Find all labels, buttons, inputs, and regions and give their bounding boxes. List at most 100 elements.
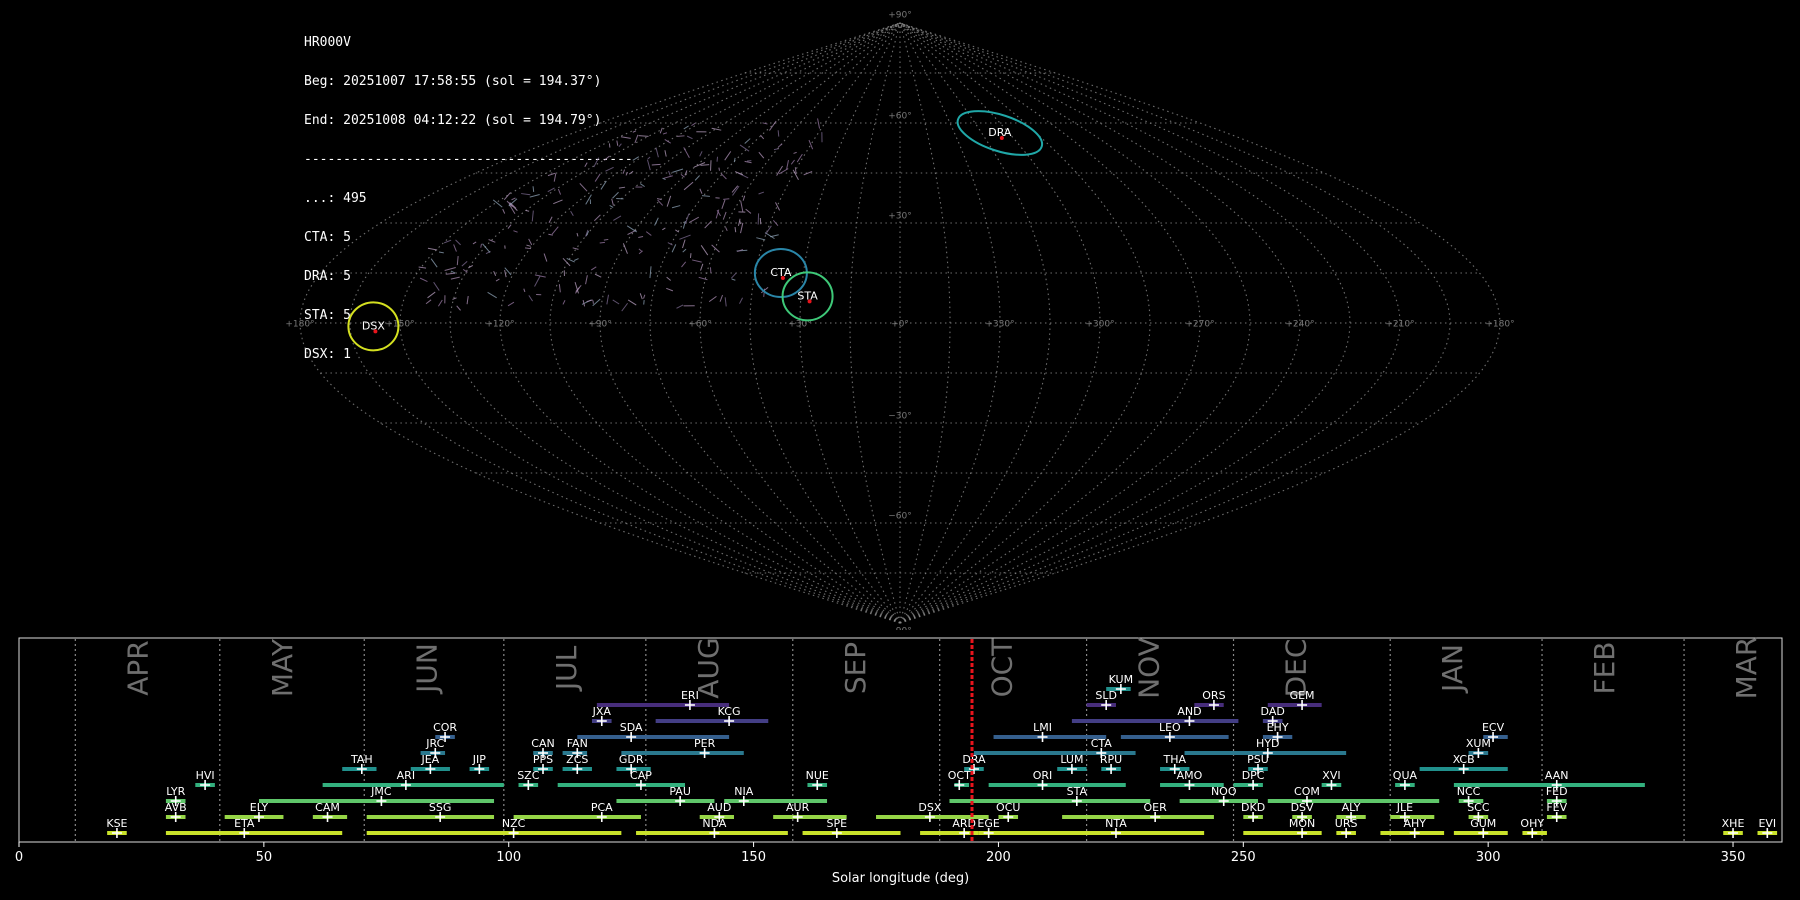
month-label-nov: NOV	[1133, 637, 1166, 699]
shower-bar-spe	[802, 831, 901, 835]
shower-label-ohy: OHY	[1520, 817, 1544, 830]
shower-label-cor: COR	[433, 721, 457, 734]
shower-label-ari: ARI	[397, 769, 415, 782]
x-tick-label: 200	[986, 850, 1011, 865]
shower-label-dsv: DSV	[1291, 801, 1314, 814]
month-label-jul: JUL	[550, 645, 583, 692]
shower-label-avb: AVB	[165, 801, 187, 814]
shower-label-qua: QUA	[1393, 769, 1418, 782]
shower-label-xvi: XVI	[1322, 769, 1340, 782]
shower-label-jrc: JRC	[425, 737, 444, 750]
shower-label-ors: ORS	[1202, 689, 1225, 702]
shower-label-jxa: JXA	[592, 705, 612, 718]
shower-label-dpc: DPC	[1242, 769, 1265, 782]
shower-bar-sta	[949, 799, 1151, 803]
shower-bar-ard	[920, 831, 979, 835]
shower-label-dsx: DSX	[918, 801, 941, 814]
x-tick-label: 50	[256, 850, 273, 865]
shower-label-cap: CAP	[630, 769, 652, 782]
shower-label-oer: OER	[1144, 801, 1168, 814]
shower-label-kse: KSE	[106, 817, 127, 830]
shower-label-eri: ERI	[681, 689, 699, 702]
shower-label-kum: KUM	[1109, 673, 1133, 686]
shower-label-psu: PSU	[1247, 753, 1269, 766]
x-tick-label: 350	[1721, 850, 1746, 865]
shower-label-sta: STA	[1067, 785, 1088, 798]
shower-bar-cap	[557, 783, 686, 787]
shower-label-fed: FED	[1546, 785, 1568, 798]
shower-label-per: PER	[694, 737, 716, 750]
shower-label-and: AND	[1177, 705, 1201, 718]
month-label-sep: SEP	[839, 642, 872, 694]
shower-label-lum: LUM	[1060, 753, 1083, 766]
shower-label-leo: LEO	[1159, 721, 1181, 734]
shower-label-nta: NTA	[1105, 817, 1127, 830]
shower-label-tah: TAH	[350, 753, 373, 766]
shower-label-aur: AUR	[786, 801, 810, 814]
shower-label-com: COM	[1294, 785, 1320, 798]
shower-label-nia: NIA	[734, 785, 753, 798]
shower-label-ege: EGE	[977, 817, 999, 830]
shower-label-scc: SCC	[1467, 801, 1490, 814]
shower-label-zcs: ZCS	[566, 753, 588, 766]
shower-label-oct: OCT	[948, 769, 971, 782]
shower-label-nzc: NZC	[502, 817, 526, 830]
shower-bar-mon	[1243, 831, 1322, 835]
x-axis-label: Solar longitude (deg)	[832, 871, 969, 886]
shower-label-aly: ALY	[1342, 801, 1361, 814]
shower-label-noo: NOO	[1211, 785, 1237, 798]
shower-label-dkd: DKD	[1241, 801, 1265, 814]
shower-label-pau: PAU	[669, 785, 691, 798]
shower-label-spe: SPE	[827, 817, 848, 830]
shower-label-ely: ELY	[250, 801, 269, 814]
shower-label-xum: XUM	[1466, 737, 1491, 750]
month-label-feb: FEB	[1588, 641, 1621, 694]
shower-label-rpu: RPU	[1100, 753, 1122, 766]
x-tick-label: 150	[741, 850, 766, 865]
shower-bar-pca	[513, 815, 641, 819]
month-label-mar: MAR	[1730, 637, 1763, 700]
shower-label-ori: ORI	[1033, 769, 1053, 782]
shower-bar-ssg	[366, 815, 495, 819]
shower-bar-pau	[616, 799, 715, 803]
shower-label-can: CAN	[531, 737, 554, 750]
shower-label-sld: SLD	[1095, 689, 1117, 702]
shower-bar-ori	[988, 783, 1126, 787]
shower-label-sda: SDA	[620, 721, 643, 734]
shower-label-jmc: JMC	[370, 785, 392, 798]
shower-label-urs: URS	[1335, 817, 1358, 830]
x-tick-label: 0	[15, 850, 23, 865]
shower-label-lmi: LMI	[1033, 721, 1052, 734]
shower-label-jip: JIP	[472, 753, 486, 766]
shower-label-ssg: SSG	[429, 801, 452, 814]
shower-label-ncc: NCC	[1457, 785, 1481, 798]
shower-label-fan: FAN	[567, 737, 588, 750]
shower-label-xhe: XHE	[1722, 817, 1745, 830]
shower-label-eta: ETA	[234, 817, 255, 830]
shower-bar-oer	[1062, 815, 1214, 819]
shower-bar-eta	[165, 831, 343, 835]
shower-label-jea: JEA	[420, 753, 439, 766]
shower-label-amo: AMO	[1177, 769, 1203, 782]
x-tick-label: 250	[1231, 850, 1256, 865]
shower-label-hvi: HVI	[196, 769, 215, 782]
shower-label-xcb: XCB	[1453, 753, 1475, 766]
month-label-apr: APR	[121, 640, 154, 696]
shower-label-aan: AAN	[1545, 769, 1569, 782]
shower-label-ocu: OCU	[996, 801, 1020, 814]
shower-bar-and	[1071, 719, 1239, 723]
shower-bar-ari	[322, 783, 504, 787]
shower-label-ahy: AHY	[1403, 817, 1426, 830]
shower-bar-lmi	[993, 735, 1107, 739]
shower-label-evi: EVI	[1758, 817, 1776, 830]
shower-label-gem: GEM	[1290, 689, 1315, 702]
shower-label-cam: CAM	[315, 801, 340, 814]
month-label-jun: JUN	[410, 643, 443, 695]
shower-bar-kcg	[655, 719, 769, 723]
shower-label-nda: NDA	[702, 817, 727, 830]
shower-label-hyd: HYD	[1256, 737, 1279, 750]
shower-label-szc: SZC	[517, 769, 540, 782]
shower-label-jle: JLE	[1396, 801, 1413, 814]
shower-label-tha: THA	[1162, 753, 1186, 766]
shower-label-kcg: KCG	[718, 705, 741, 718]
